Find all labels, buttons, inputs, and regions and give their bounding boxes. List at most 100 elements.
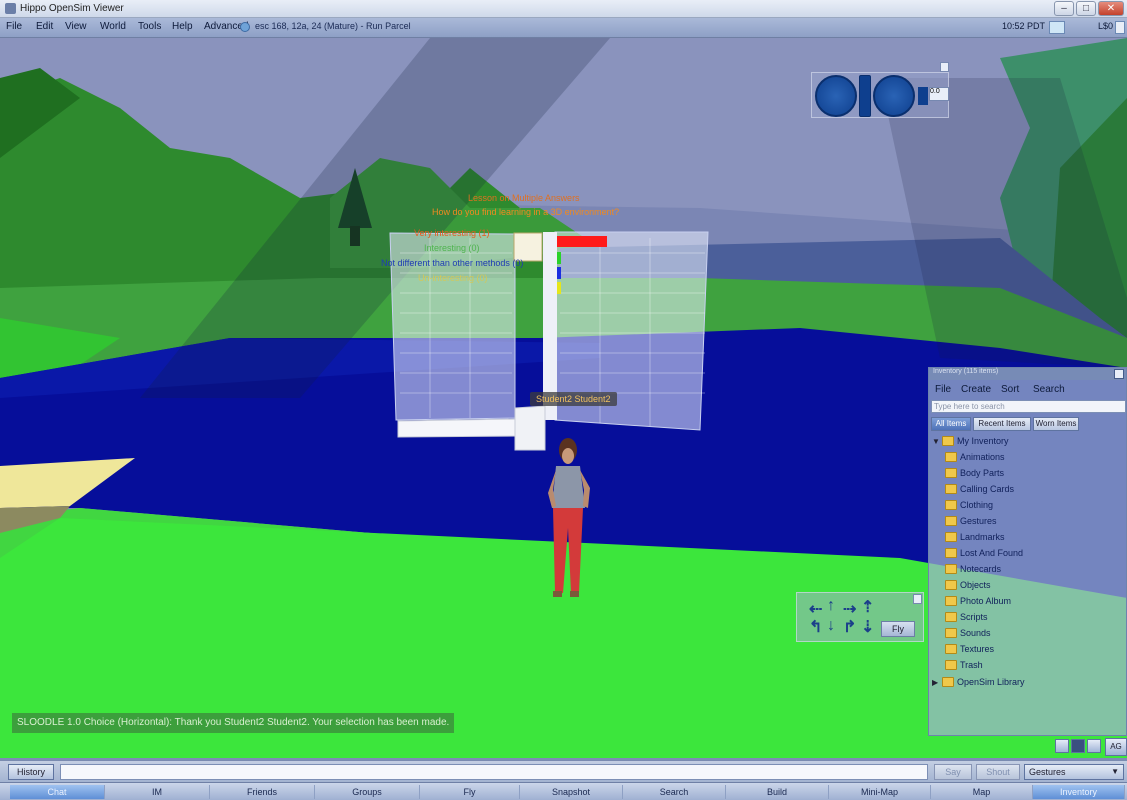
- gesture-select[interactable]: Gestures ▼: [1024, 764, 1124, 780]
- minimize-button[interactable]: –: [1054, 1, 1074, 16]
- toolbar-search-button[interactable]: Search: [623, 785, 726, 799]
- orbit-control-icon[interactable]: [815, 75, 857, 117]
- toolbar-minimap-button[interactable]: Mini-Map: [829, 785, 931, 799]
- window-controls: – □ ✕: [1054, 1, 1124, 16]
- folder-icon: [945, 644, 957, 654]
- view-button[interactable]: [1087, 739, 1101, 753]
- list-item[interactable]: Scripts: [945, 609, 988, 625]
- menu-help[interactable]: Help: [172, 21, 193, 32]
- list-item[interactable]: ▼ My Inventory: [932, 433, 1009, 449]
- inv-menu-sort[interactable]: Sort: [1001, 384, 1019, 395]
- inventory-window: Inventory (115 items) File Create Sort S…: [928, 367, 1127, 736]
- window-title: Hippo OpenSim Viewer: [20, 3, 124, 14]
- say-button[interactable]: Say: [934, 764, 972, 780]
- view-button[interactable]: [1071, 739, 1085, 753]
- inventory-search-input[interactable]: Type here to search: [931, 400, 1126, 413]
- folder-label: Objects: [960, 580, 991, 590]
- movement-close-button[interactable]: [913, 594, 922, 604]
- list-item[interactable]: Calling Cards: [945, 481, 1014, 497]
- folder-label: Scripts: [960, 612, 988, 622]
- toolbar-groups-button[interactable]: Groups: [315, 785, 420, 799]
- menu-bar: File Edit View World Tools Help Advanced…: [0, 18, 1127, 38]
- toolbar-snapshot-button[interactable]: Snapshot: [520, 785, 623, 799]
- toolbar-im-button[interactable]: IM: [105, 785, 210, 799]
- list-item[interactable]: Lost And Found: [945, 545, 1023, 561]
- jump-up-icon[interactable]: ⇡: [861, 597, 874, 617]
- history-button[interactable]: History: [8, 764, 54, 780]
- turn-left-icon[interactable]: ⇠: [809, 599, 822, 619]
- turn-right-icon[interactable]: ⇢: [843, 599, 856, 619]
- list-item[interactable]: Trash: [945, 657, 983, 673]
- inv-menu-create[interactable]: Create: [961, 384, 991, 395]
- menu-edit[interactable]: Edit: [36, 21, 53, 32]
- toolbar-fly-button[interactable]: Fly: [420, 785, 520, 799]
- buy-currency-button[interactable]: [1049, 21, 1065, 34]
- chat-input[interactable]: [60, 764, 928, 780]
- slide-left-icon[interactable]: ↰: [809, 617, 822, 637]
- tab-recent-items[interactable]: Recent Items: [973, 417, 1031, 431]
- list-item[interactable]: Clothing: [945, 497, 993, 513]
- poll-option-4: Un-interesting (0): [418, 273, 488, 283]
- close-button[interactable]: ✕: [1098, 1, 1124, 16]
- list-item[interactable]: Textures: [945, 641, 994, 657]
- chat-bar: History Say Shout Gestures ▼: [0, 760, 1127, 782]
- inv-menu-file[interactable]: File: [935, 384, 951, 395]
- menu-tools[interactable]: Tools: [138, 21, 161, 32]
- folder-label: Photo Album: [960, 596, 1012, 606]
- pan-control-icon[interactable]: [873, 75, 915, 117]
- folder-label: Textures: [960, 644, 995, 654]
- menu-world[interactable]: World: [100, 21, 126, 32]
- camera-close-button[interactable]: [940, 62, 949, 72]
- toolbar-chat-button[interactable]: Chat: [10, 785, 105, 799]
- menu-view[interactable]: View: [65, 21, 87, 32]
- fly-button[interactable]: Fly: [881, 621, 915, 637]
- title-bar: Hippo OpenSim Viewer – □ ✕: [0, 0, 1127, 18]
- location-text[interactable]: esc 168, 12a, 24 (Mature) - Run Parcel: [255, 21, 411, 31]
- poll-option-2: Interesting (0): [424, 243, 480, 253]
- toolbar-friends-button[interactable]: Friends: [210, 785, 315, 799]
- backward-icon[interactable]: ↓: [827, 617, 835, 635]
- folder-label: Notecards: [960, 564, 1002, 574]
- folder-label: Clothing: [960, 500, 994, 510]
- forward-icon[interactable]: ↑: [827, 597, 835, 615]
- location-icon: [240, 22, 250, 32]
- list-item[interactable]: Landmarks: [945, 529, 1005, 545]
- balance-box: [1115, 21, 1125, 34]
- toolbar-inventory-button[interactable]: Inventory: [1033, 785, 1125, 799]
- ag-button[interactable]: AG: [1105, 738, 1127, 756]
- expand-arrow-icon[interactable]: ▶: [932, 678, 940, 687]
- toolbar-build-button[interactable]: Build: [726, 785, 829, 799]
- tab-worn-items[interactable]: Worn Items: [1033, 417, 1079, 431]
- tab-all-items[interactable]: All Items: [931, 417, 971, 431]
- list-item[interactable]: Sounds: [945, 625, 991, 641]
- view-button[interactable]: [1055, 739, 1069, 753]
- inventory-title[interactable]: Inventory (115 items): [929, 368, 1126, 380]
- expand-arrow-icon[interactable]: ▼: [932, 437, 940, 446]
- inv-menu-search[interactable]: Search: [1033, 384, 1065, 395]
- shout-button[interactable]: Shout: [976, 764, 1020, 780]
- inventory-close-button[interactable]: [1114, 369, 1124, 379]
- zoom-icon[interactable]: [918, 87, 928, 105]
- list-item[interactable]: ▶ OpenSim Library: [932, 674, 1025, 690]
- menu-file[interactable]: File: [6, 21, 22, 32]
- folder-icon: [942, 677, 954, 687]
- list-item[interactable]: Gestures: [945, 513, 997, 529]
- maximize-button[interactable]: □: [1076, 1, 1096, 16]
- camera-slider[interactable]: [859, 75, 871, 117]
- list-item[interactable]: Notecards: [945, 561, 1001, 577]
- list-item[interactable]: Objects: [945, 577, 991, 593]
- gesture-label: Gestures: [1029, 767, 1066, 777]
- crouch-icon[interactable]: ⇣: [861, 617, 874, 637]
- bottom-toolbar: Chat IM Friends Groups Fly Snapshot Sear…: [0, 782, 1127, 800]
- slide-right-icon[interactable]: ↱: [843, 617, 856, 637]
- clock: 10:52 PDT: [1001, 21, 1045, 31]
- folder-label: Sounds: [960, 628, 991, 638]
- zoom-field[interactable]: 0.0: [929, 87, 949, 101]
- toolbar-map-button[interactable]: Map: [931, 785, 1033, 799]
- folder-label: Landmarks: [960, 532, 1005, 542]
- list-item[interactable]: Photo Album: [945, 593, 1011, 609]
- list-item[interactable]: Animations: [945, 449, 1005, 465]
- library-label: OpenSim Library: [957, 677, 1025, 687]
- list-item[interactable]: Body Parts: [945, 465, 1004, 481]
- poll-title: Lesson on Multiple Answers: [468, 193, 580, 203]
